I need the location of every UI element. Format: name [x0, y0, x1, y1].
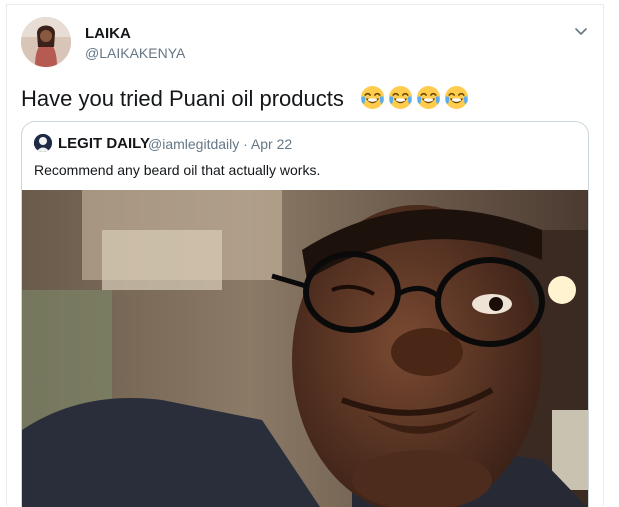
chevron-down-icon[interactable] [573, 23, 589, 39]
display-name[interactable]: LAIKA [85, 25, 131, 42]
quoted-tweet-text: Recommend any beard oil that actually wo… [34, 162, 321, 178]
quoted-tweet[interactable]: LEGIT DAILY @iamlegitdaily · Apr 22 Reco… [21, 121, 589, 507]
tweet-text-content: Have you tried Puani oil products [21, 86, 344, 111]
tweet-text: Have you tried Puani oil products [21, 83, 469, 115]
laughing-emoji-icon [360, 85, 385, 110]
user-avatar[interactable] [21, 17, 71, 67]
laughing-emoji-icon [388, 85, 413, 110]
user-handle[interactable]: @LAIKAKENYA [85, 45, 185, 61]
quoted-handle-date: @iamlegitdaily · Apr 22 [148, 136, 293, 152]
quoted-photo[interactable] [22, 190, 589, 507]
laughing-emoji-icon [444, 85, 469, 110]
tweet-card[interactable]: LAIKA @LAIKAKENYA Have you tried Puani o… [6, 4, 604, 507]
quoted-user-avatar [34, 134, 52, 152]
quoted-display-name: LEGIT DAILY [58, 135, 150, 152]
laughing-emoji-icon [416, 85, 441, 110]
